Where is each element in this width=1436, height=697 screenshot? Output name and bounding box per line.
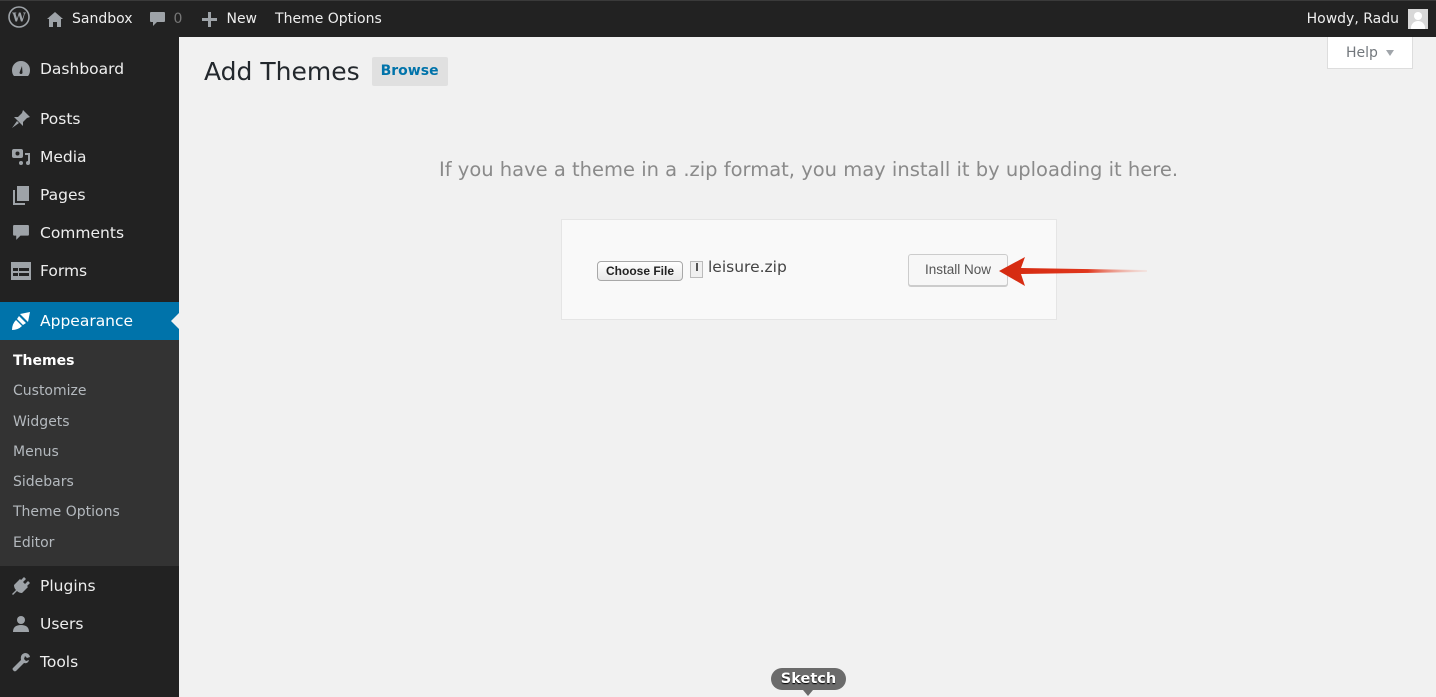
sketch-tooltip: Sketch [771, 668, 846, 696]
sidebar-item-label: Posts [40, 110, 81, 128]
pin-icon [10, 108, 32, 130]
site-name: Sandbox [72, 11, 133, 27]
sidebar-item-label: Plugins [40, 577, 96, 596]
new-content-button[interactable]: New [190, 1, 265, 37]
sidebar-item-tools[interactable]: Tools [0, 643, 179, 681]
sidebar-item-users[interactable]: Users [0, 605, 179, 643]
media-icon [10, 146, 32, 168]
appearance-submenu: Themes Customize Widgets Menus Sidebars … [0, 340, 179, 567]
zip-file-icon [690, 261, 703, 278]
submenu-item-theme-options[interactable]: Theme Options [0, 497, 179, 527]
sidebar-item-label: Pages [40, 186, 86, 204]
annotation-arrow-icon [999, 257, 1147, 286]
sidebar-item-pages[interactable]: Pages [0, 176, 179, 214]
submenu-item-editor[interactable]: Editor [0, 528, 179, 558]
sidebar-item-appearance[interactable]: Appearance [0, 302, 179, 340]
paintbrush-icon [10, 310, 32, 332]
svg-text:W: W [11, 11, 26, 25]
submenu-item-customize[interactable]: Customize [0, 376, 179, 406]
site-name-link[interactable]: Sandbox [38, 1, 141, 37]
user-icon [10, 613, 32, 635]
wordpress-logo-button[interactable]: W [0, 1, 38, 37]
help-label: Help [1346, 44, 1378, 61]
wrench-icon [10, 651, 32, 673]
my-account[interactable]: Howdy, Radu [1307, 9, 1436, 29]
sidebar-item-label: Dashboard [40, 60, 125, 78]
plus-icon [202, 11, 218, 27]
user-avatar-icon [1408, 9, 1428, 29]
sidebar-item-label: Users [40, 615, 84, 634]
upload-form: Choose File leisure.zip Install Now [561, 219, 1057, 320]
comments-count: 0 [173, 11, 183, 27]
submenu-item-sidebars[interactable]: Sidebars [0, 467, 179, 497]
submenu-item-themes[interactable]: Themes [0, 346, 179, 376]
comments-link[interactable]: 0 [141, 1, 191, 37]
sidebar-item-plugins[interactable]: Plugins [0, 567, 179, 605]
sidebar-item-label: Appearance [40, 312, 134, 330]
sidebar-item-posts[interactable]: Posts [0, 100, 179, 138]
help-tab-button[interactable]: Help [1327, 37, 1413, 69]
submenu-item-menus[interactable]: Menus [0, 437, 179, 467]
install-now-button[interactable]: Install Now [908, 254, 1008, 286]
sidebar-item-dashboard[interactable]: Dashboard [0, 50, 179, 88]
upload-description: If you have a theme in a .zip format, yo… [438, 158, 1179, 181]
submenu-item-widgets[interactable]: Widgets [0, 407, 179, 437]
forms-icon [10, 260, 32, 282]
sidebar-item-label: Comments [40, 224, 125, 242]
choose-file-button[interactable]: Choose File [597, 261, 684, 281]
theme-options-link[interactable]: Theme Options [265, 1, 390, 37]
wordpress-logo-icon: W [8, 6, 30, 32]
admin-sidebar: Dashboard Posts Media Pages Comments For… [0, 37, 179, 697]
caret-down-icon [1385, 49, 1394, 56]
greeting: Howdy, Radu [1306, 11, 1399, 27]
sidebar-item-forms[interactable]: Forms [0, 252, 179, 290]
admin-bar: W Sandbox 0 New Theme Options Howdy, Rad… [0, 0, 1436, 37]
dashboard-icon [10, 58, 32, 80]
page-heading: Add Themes Browse [204, 57, 448, 86]
sidebar-item-label: Tools [40, 653, 79, 672]
sidebar-item-label: Forms [40, 262, 88, 280]
comment-icon [10, 222, 32, 244]
pages-icon [10, 184, 32, 206]
home-icon [46, 11, 64, 28]
new-label: New [226, 11, 258, 27]
page-title: Add Themes [204, 57, 360, 86]
sidebar-item-label: Media [40, 148, 87, 166]
browse-button[interactable]: Browse [371, 57, 448, 86]
sidebar-item-comments[interactable]: Comments [0, 214, 179, 252]
comment-bubble-icon [149, 11, 166, 28]
selected-file-name: leisure.zip [708, 258, 787, 276]
plug-icon [10, 575, 32, 597]
main-content: Help Add Themes Browse If you have a the… [180, 37, 1436, 697]
sidebar-item-media[interactable]: Media [0, 138, 179, 176]
theme-options-label: Theme Options [275, 11, 382, 27]
